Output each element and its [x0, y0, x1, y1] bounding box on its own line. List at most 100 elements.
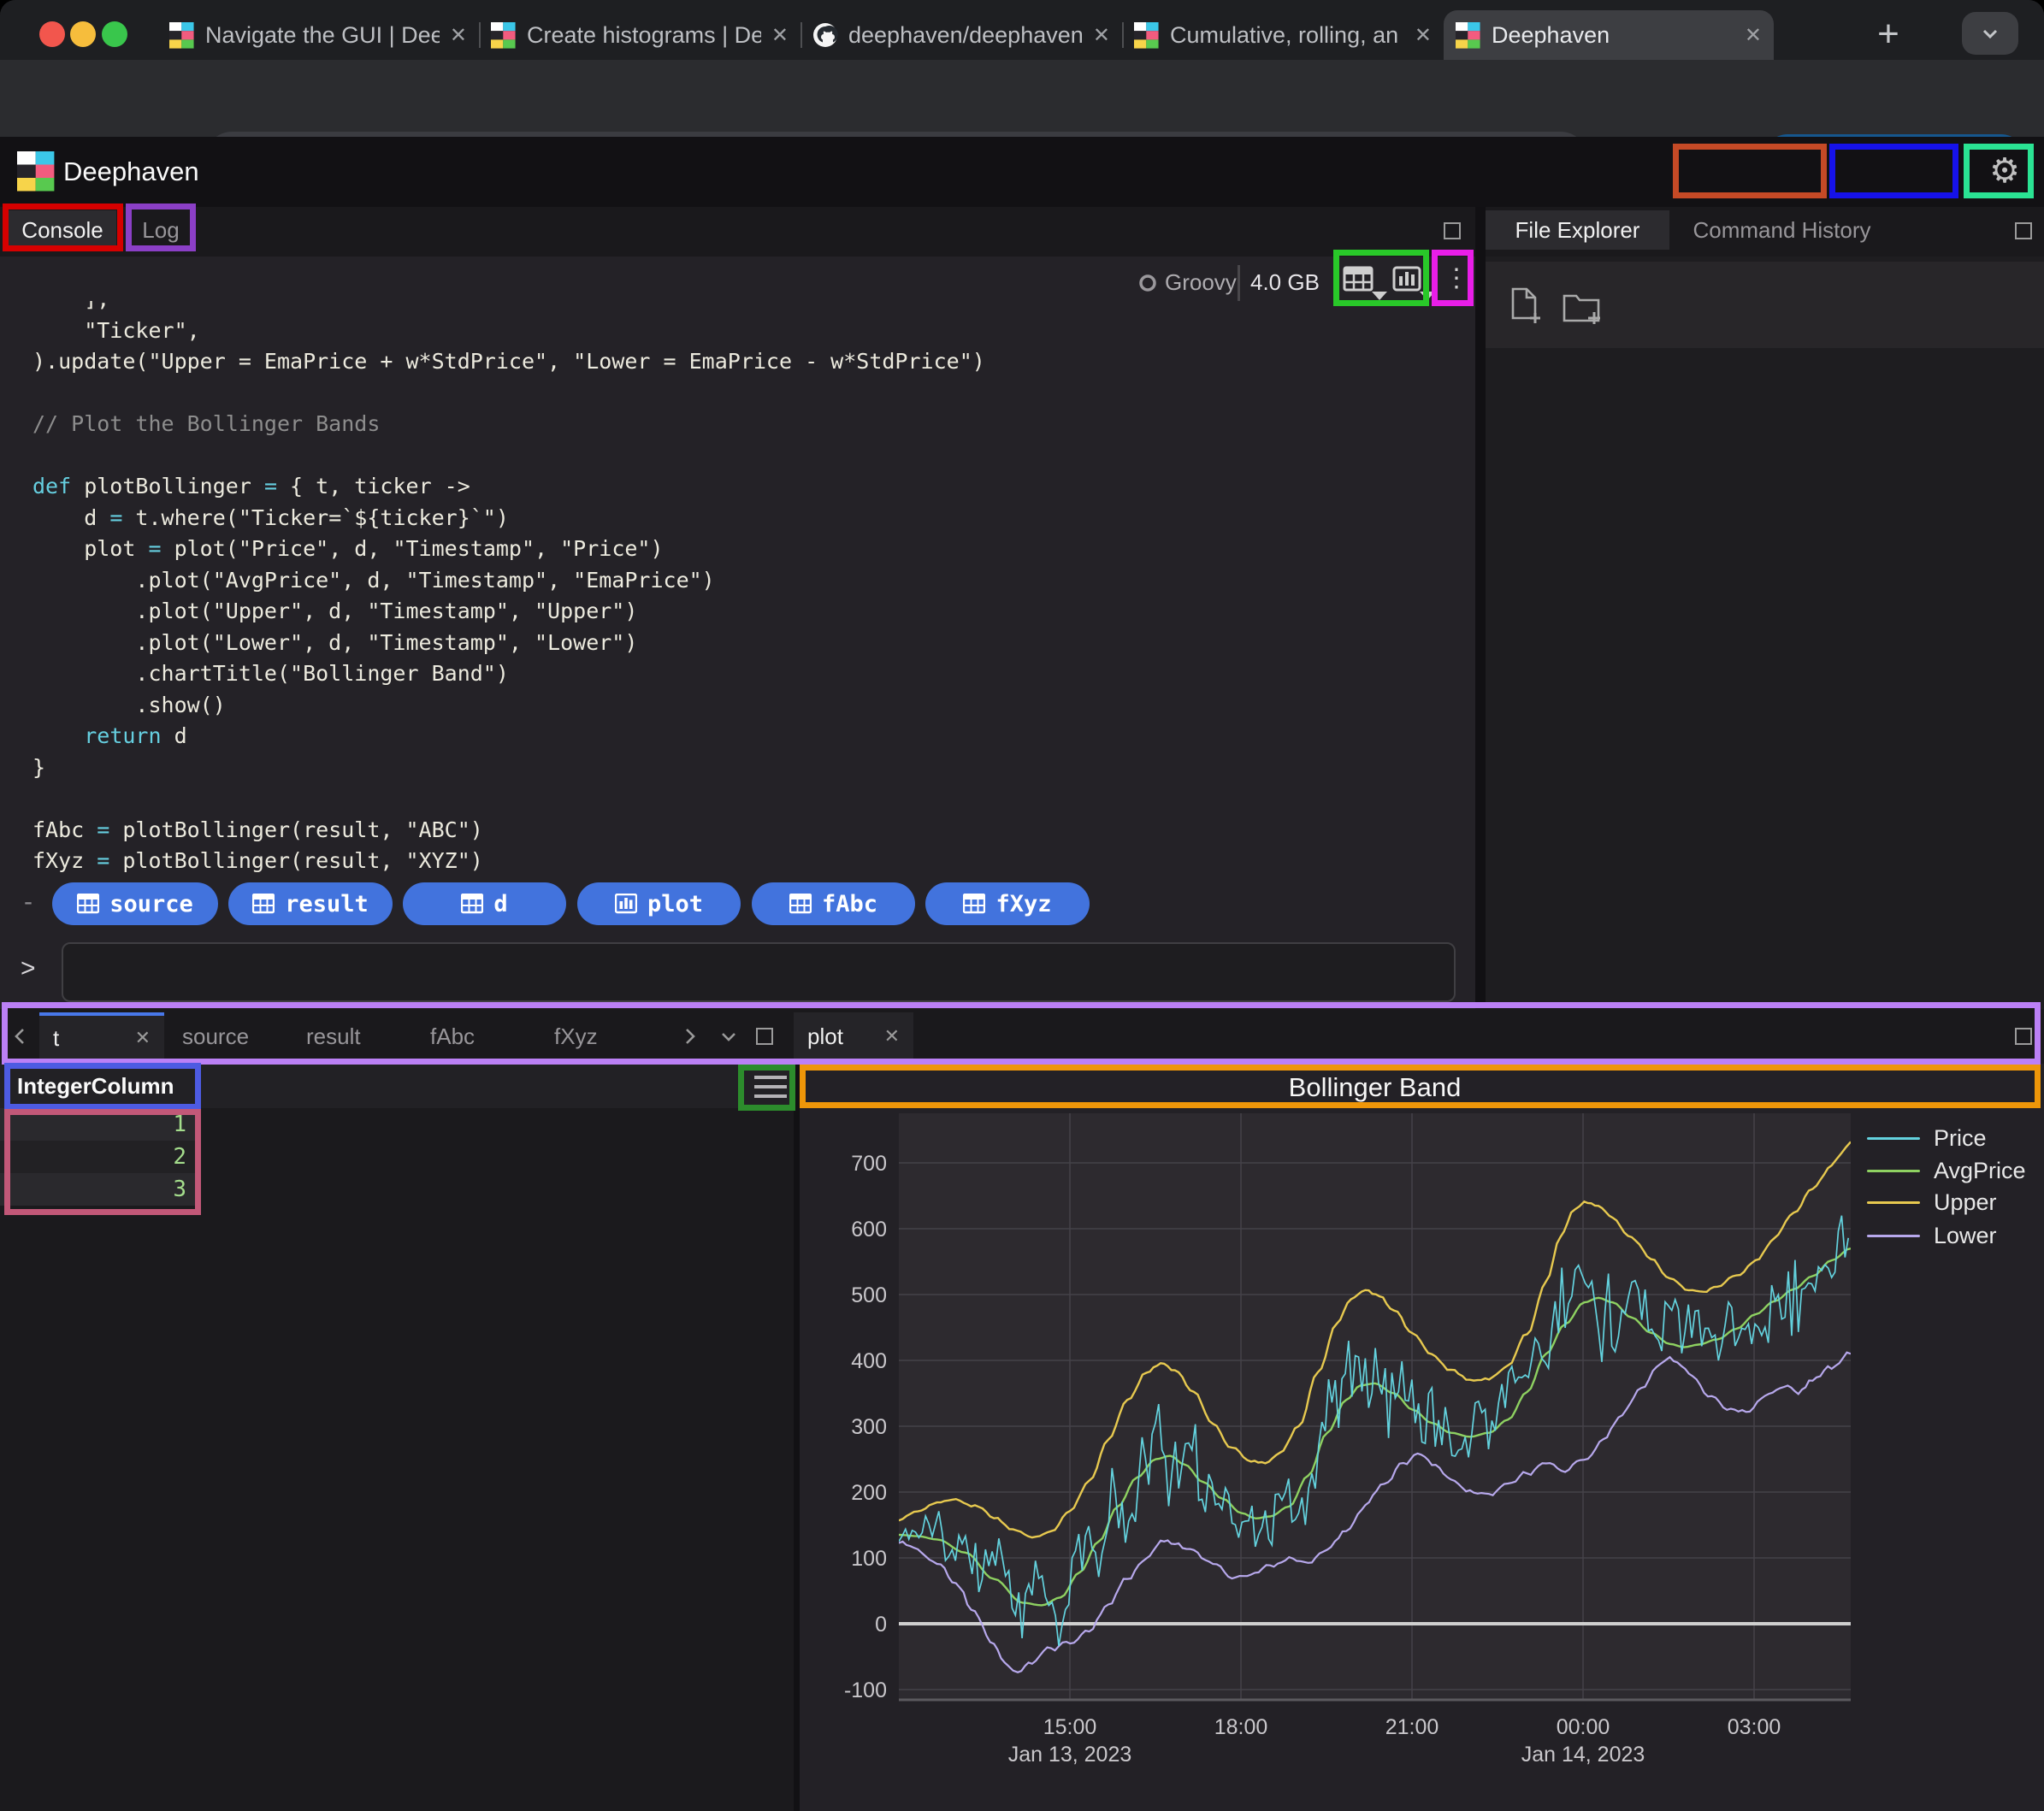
widget-tab-t[interactable]: t✕	[39, 1012, 164, 1060]
svg-text:Jan 13, 2023: Jan 13, 2023	[1008, 1743, 1132, 1767]
table-row[interactable]: 3	[0, 1173, 198, 1206]
tab-search-button[interactable]	[1962, 12, 2018, 55]
engine-label: Groovy	[1165, 257, 1237, 308]
tab-close-icon[interactable]: ✕	[135, 1027, 151, 1049]
legend-item-Upper[interactable]: Upper	[1867, 1188, 1997, 1217]
object-button-d[interactable]: d	[403, 882, 566, 925]
panel-divider[interactable]	[1475, 207, 1486, 1002]
tab-console[interactable]: Console	[9, 210, 116, 250]
table-icon	[789, 894, 812, 914]
browser-tab-label: deephaven/deephaven	[848, 22, 1083, 49]
panel-tab-label: Log	[142, 217, 179, 244]
browser-tab-4[interactable]: Deephaven ✕	[1444, 10, 1774, 60]
console-maximize-icon[interactable]	[1444, 222, 1461, 239]
code-line	[32, 378, 985, 410]
tab-command-history[interactable]: Command History	[1669, 210, 1894, 250]
widget-tab-fXyz[interactable]: fXyz	[541, 1012, 660, 1060]
browser-tab-0[interactable]: Navigate the GUI | Dee ✕	[157, 10, 479, 60]
object-button-label: fXyz	[995, 891, 1051, 917]
widget-tabbar: t✕sourceresultfAbcfXyz plot✕	[0, 1009, 2044, 1064]
tabs-scroll-left-icon[interactable]	[7, 1023, 34, 1050]
explorer-maximize-icon[interactable]	[2015, 222, 2032, 239]
object-button-fXyz[interactable]: fXyz	[925, 882, 1090, 925]
tab-close-icon[interactable]: ✕	[884, 1025, 900, 1047]
chart-icon	[615, 894, 637, 914]
legend-item-Price[interactable]: Price	[1867, 1124, 1987, 1153]
widget-tab-plot[interactable]: plot✕	[794, 1012, 913, 1060]
code-line: return d	[32, 721, 985, 752]
deephaven-favicon	[169, 22, 195, 48]
widget-tab-source[interactable]: source	[168, 1012, 288, 1060]
chart-panel: Bollinger Band -100010020030040050060070…	[800, 1064, 2044, 1811]
grid-maximize-icon[interactable]	[756, 1028, 773, 1045]
file-explorer-toolbar	[1486, 262, 2044, 348]
object-button-plot[interactable]: plot	[577, 882, 741, 925]
svg-text:03:00: 03:00	[1728, 1715, 1781, 1739]
svg-text:500: 500	[851, 1283, 887, 1307]
legend-line	[1867, 1137, 1920, 1140]
chart-maximize-icon[interactable]	[2015, 1028, 2032, 1045]
close-window-button[interactable]	[39, 21, 65, 47]
memory-usage-label: 4.0 GB	[1250, 257, 1320, 308]
tab-close-icon[interactable]: ✕	[771, 23, 789, 48]
widget-tab-fAbc[interactable]: fAbc	[416, 1012, 536, 1060]
object-button-result[interactable]: result	[228, 882, 393, 925]
console-panel: Groovy 4.0 GB ⋮ ], "Ticker",).update("Up…	[0, 257, 1475, 1009]
tab-close-icon[interactable]: ✕	[1415, 23, 1432, 48]
browser-tab-3[interactable]: Cumulative, rolling, an✕	[1122, 10, 1444, 60]
code-line: // Plot the Bollinger Bands	[32, 409, 985, 440]
new-folder-icon[interactable]	[1563, 291, 1602, 325]
deephaven-favicon	[1456, 22, 1481, 48]
column-header[interactable]: IntegerColumn	[17, 1064, 174, 1108]
panel-tab-label: File Explorer	[1515, 217, 1640, 244]
open-chart-dropdown-icon[interactable]	[1392, 266, 1437, 302]
table-menu-hamburger-icon[interactable]	[754, 1076, 787, 1098]
console-history[interactable]: ], "Ticker",).update("Upper = EmaPrice +…	[0, 301, 1475, 881]
open-table-dropdown-icon[interactable]	[1343, 266, 1389, 302]
browser-tab-label: Navigate the GUI | Dee	[205, 22, 440, 49]
table-row[interactable]: 1	[0, 1108, 198, 1141]
object-button-fAbc[interactable]: fAbc	[752, 882, 915, 925]
object-button-source[interactable]: source	[52, 882, 218, 925]
bollinger-chart[interactable]: -100010020030040050060070015:0018:0021:0…	[800, 1064, 2044, 1811]
tab-file-explorer[interactable]: File Explorer	[1486, 210, 1669, 250]
table-panel: IntegerColumn 123	[0, 1064, 794, 1811]
tab-close-icon[interactable]: ✕	[1745, 23, 1762, 48]
browser-tab-1[interactable]: Create histograms | De✕	[479, 10, 800, 60]
code-line: }	[32, 752, 985, 784]
code-line: .plot("Upper", d, "Timestamp", "Upper")	[32, 596, 985, 628]
toolbar-divider	[1238, 265, 1240, 301]
new-file-icon[interactable]	[1508, 287, 1542, 325]
svg-text:400: 400	[851, 1349, 887, 1373]
console-overflow-kebab-icon[interactable]: ⋮	[1444, 263, 1464, 303]
svg-text:200: 200	[851, 1481, 887, 1505]
svg-text:-100: -100	[844, 1678, 887, 1702]
code-line: def plotBollinger = { t, ticker ->	[32, 471, 985, 503]
minimize-window-button[interactable]	[70, 21, 96, 47]
zoom-window-button[interactable]	[102, 21, 127, 47]
new-tab-button[interactable]: +	[1864, 10, 1912, 58]
panel-divider[interactable]	[794, 1064, 800, 1811]
legend-line	[1867, 1235, 1920, 1237]
console-input[interactable]	[62, 942, 1456, 1002]
browser-tab-2[interactable]: deephaven/deephaven ✕	[800, 10, 1122, 60]
code-line: ).update("Upper = EmaPrice + w*StdPrice"…	[32, 346, 985, 378]
object-button-row: sourceresultdplot fAbc fXyz	[0, 882, 1475, 925]
tabs-scroll-right-icon[interactable]	[676, 1023, 703, 1050]
code-line	[32, 440, 985, 472]
table-row[interactable]: 2	[0, 1141, 198, 1173]
widget-tab-result[interactable]: result	[292, 1012, 412, 1060]
tab-close-icon[interactable]: ✕	[450, 23, 467, 48]
browser-tab-label: Deephaven	[1492, 22, 1734, 49]
app-header: Deephaven Controls Panels ⚙	[0, 137, 2044, 207]
svg-text:600: 600	[851, 1218, 887, 1242]
tabs-overflow-chevron-icon[interactable]	[715, 1023, 742, 1050]
tab-close-icon[interactable]: ✕	[1093, 23, 1110, 48]
browser-tabstrip: Navigate the GUI | Dee✕Create histograms…	[0, 0, 2044, 60]
tab-log[interactable]: Log	[128, 210, 193, 250]
legend-item-AvgPrice[interactable]: AvgPrice	[1867, 1156, 2026, 1185]
legend-item-Lower[interactable]: Lower	[1867, 1221, 1997, 1250]
settings-gear-icon[interactable]: ⚙	[1982, 149, 2027, 193]
object-button-label: fAbc	[822, 891, 877, 917]
chart-legend: Price AvgPrice Upper Lower	[1867, 1064, 2044, 1320]
